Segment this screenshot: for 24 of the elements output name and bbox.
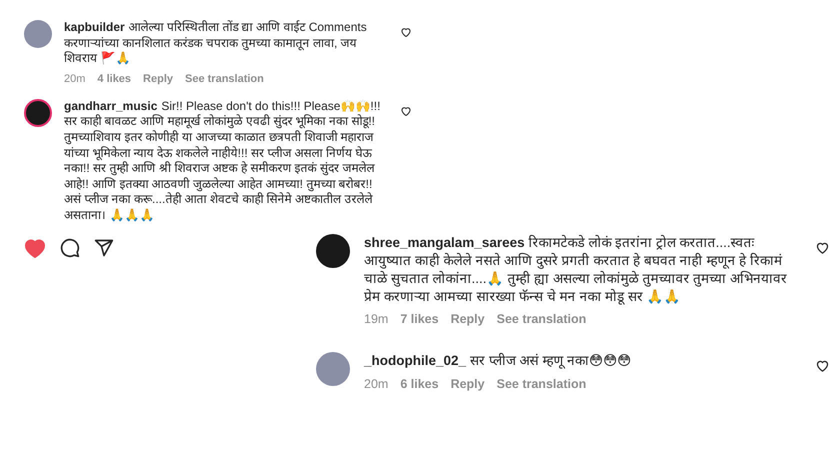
comment-time: 20m bbox=[364, 376, 388, 391]
like-heart-icon[interactable] bbox=[24, 238, 46, 258]
comment-text: _hodophile_02_ सर प्लीज असं म्हणू नका😳😳😳 bbox=[364, 352, 632, 371]
likes-count[interactable]: 6 likes bbox=[400, 376, 439, 391]
comment-text: shree_mangalam_sarees रिकामटेकडे लोकं इतरांना ट्रोल करतात....स्वतः आयुष्यात काही केलेले नसते आणि दुसरे प्रगती करतात हे बघवत नाही म्हणून हे रिकामं चाळे सुचतात लोकांना....🙏 तुम्ही ह्या असल्या लोकांमुळे तुमच्यावर तुमच्या अभिनयावर प्रेम करणाऱ्या आमच्या सारख्या फॅन्स चे मन नका मोडू सर 🙏🙏 bbox=[364, 234, 788, 306]
heart-icon[interactable] bbox=[400, 26, 412, 38]
heart-icon[interactable] bbox=[815, 358, 830, 374]
comment-icon[interactable] bbox=[60, 238, 80, 258]
comment-text: gandharr_music Sir!! Please don't do this!!! Please🙌🙌!!! सर काही बावळट आणि महामूर्ख लोकांमुळे एवढी सुंदर भूमिका नका सोडू!! तुमच्याशिवाय इतर कोणीही या आजच्या काळात छत्रपती शिवाजी महाराज यांच्या भूमिकेला न्याय देऊ शकलेले नाहीये!!! सर प्लीज असला निर्णय घेऊ नका!! सर तुम्ही आणि श्री शिवराज अष्टक हे समीकरण इतकं सुंदर जमलेल आहे!! आणि इतक्या आठवणी जुळलेल्या आहेत आमच्या! तुमच्या बरोबर!! असं प्लीज नका करू....तेही आता शेवटचे काही सिनेमे अष्टकातील उरलेले असताना। 🙏🙏🙏 bbox=[64, 98, 382, 224]
see-translation-link[interactable]: See translation bbox=[185, 72, 264, 85]
reply-link[interactable]: Reply bbox=[143, 72, 174, 85]
likes-count[interactable]: 7 likes bbox=[400, 312, 439, 326]
comment-time: 19m bbox=[364, 312, 388, 326]
comment-time: 20m bbox=[64, 72, 86, 85]
likes-count[interactable]: 4 likes bbox=[97, 72, 132, 85]
avatar[interactable] bbox=[24, 98, 52, 127]
see-translation-link[interactable]: See translation bbox=[496, 312, 586, 326]
reply-link[interactable]: Reply bbox=[450, 376, 485, 391]
comment-text: kapbuilder आलेल्या परिस्थितीला तोंड द्या आणि वाईट Comments करणाऱ्यांच्या कानशिलात करंडक चपराक तुमच्या कामातून लावा, जय शिवराय 🚩🙏 bbox=[64, 20, 368, 67]
reply-link[interactable]: Reply bbox=[450, 312, 485, 326]
see-translation-link[interactable]: See translation bbox=[496, 376, 586, 391]
send-icon[interactable] bbox=[94, 238, 114, 258]
heart-icon[interactable] bbox=[400, 104, 412, 117]
avatar[interactable] bbox=[316, 234, 350, 268]
